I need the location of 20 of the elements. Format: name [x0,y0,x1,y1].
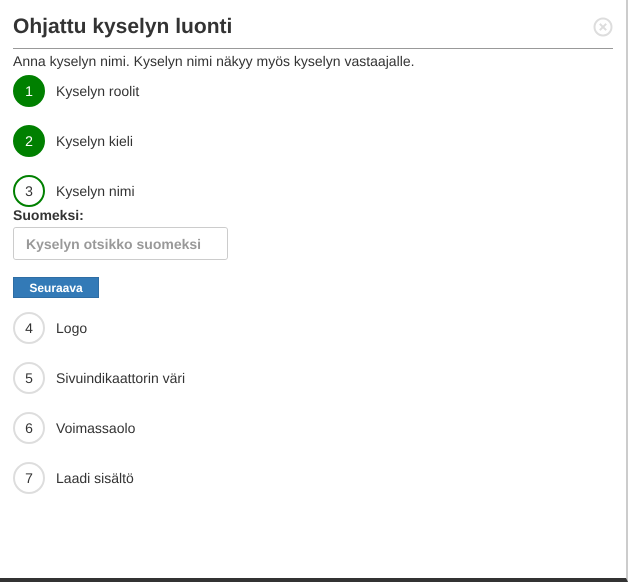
step-label: Kyselyn nimi [56,182,135,198]
step-label: Kyselyn kieli [56,132,134,148]
step-label: Kyselyn roolit [56,82,140,98]
step-number: 1 [13,74,45,106]
step-label: Voimassaolo [56,420,136,436]
step-label: Sivuindikaattorin väri [56,370,186,386]
field-label: Suomeksi: [13,207,84,223]
next-button[interactable]: Seuraava [13,277,99,298]
dialog-title: Ohjattu kyselyn luonti [13,14,232,40]
step-number: 7 [13,462,45,494]
title-input-field[interactable]: Kyselyn otsikko suomeksi [13,227,228,260]
step-number: 5 [13,362,45,394]
step-number: 4 [13,312,45,344]
step-number: 3 [13,174,45,206]
step-label: Laadi sisältö [56,470,134,486]
close-icon[interactable] [593,17,613,37]
step-label: Logo [56,320,88,336]
intro-text: Anna kyselyn nimi. Kyselyn nimi näkyy myös kyselyn vastaajalle. [13,53,416,69]
step-number: 6 [13,412,45,444]
step-number: 2 [13,124,45,156]
